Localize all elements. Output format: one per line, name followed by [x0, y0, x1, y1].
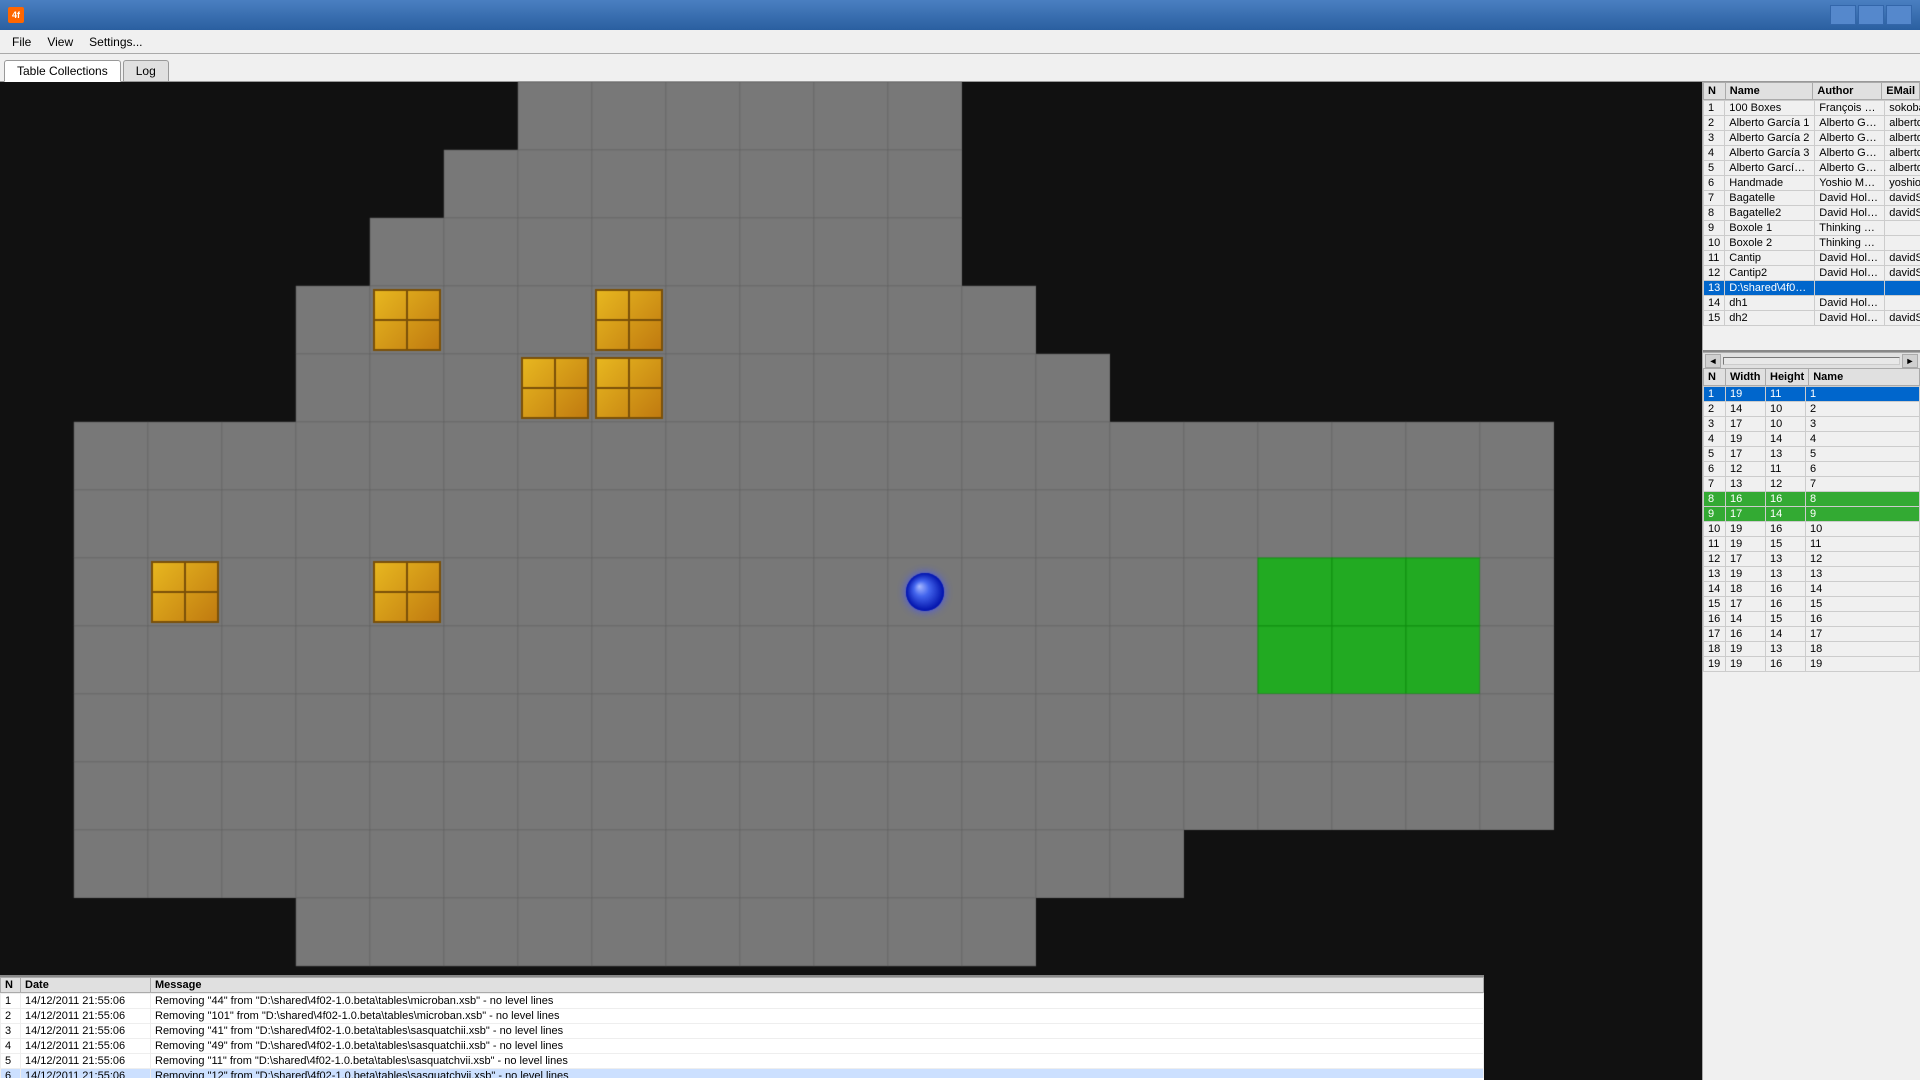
collection-row[interactable]: 1100 BoxesFrançois Marquessokoba: [1704, 101, 1920, 116]
menubar: File View Settings...: [0, 30, 1920, 54]
minimize-button[interactable]: [1830, 5, 1856, 25]
level-row[interactable]: 14181614: [1704, 582, 1920, 597]
scroll-track[interactable]: [1723, 357, 1900, 365]
collection-row[interactable]: 9Boxole 1Thinking Rabbit,...: [1704, 221, 1920, 236]
game-canvas: [0, 82, 1702, 1080]
menu-file[interactable]: File: [4, 33, 39, 51]
collections-table: N Name Author EMail 1100 BoxesFrançoi: [1703, 82, 1920, 352]
scroll-left-arrow[interactable]: ◄: [1705, 354, 1721, 368]
col-author: Author: [1813, 83, 1882, 100]
toolbar: Table Collections Log: [0, 54, 1920, 82]
level-row[interactable]: 713127: [1704, 477, 1920, 492]
levels-panel: N Width Height Name 11911121410231710: [1703, 368, 1920, 1080]
menu-settings[interactable]: Settings...: [81, 33, 150, 51]
close-button[interactable]: [1886, 5, 1912, 25]
level-row[interactable]: 11191511: [1704, 537, 1920, 552]
titlebar-controls: [1830, 5, 1912, 25]
log-row[interactable]: 514/12/2011 21:55:06Removing "11" from "…: [1, 1054, 1484, 1069]
log-row[interactable]: 414/12/2011 21:55:06Removing "49" from "…: [1, 1039, 1484, 1054]
col-n: N: [1704, 83, 1726, 100]
log-col-message: Message: [151, 978, 1484, 993]
log-row[interactable]: 314/12/2011 21:55:06Removing "41" from "…: [1, 1024, 1484, 1039]
collections-data-table: 1100 BoxesFrançois Marquessokoba2Alberto…: [1703, 100, 1920, 326]
level-col-name: Name: [1809, 369, 1920, 386]
level-row[interactable]: 317103: [1704, 417, 1920, 432]
log-scroll[interactable]: 114/12/2011 21:55:06Removing "44" from "…: [0, 993, 1484, 1078]
log-panel: N Date Message 114/12/2011 21:55:06Remov…: [0, 975, 1484, 1080]
level-row[interactable]: 816168: [1704, 492, 1920, 507]
level-row[interactable]: 419144: [1704, 432, 1920, 447]
level-row[interactable]: 15171615: [1704, 597, 1920, 612]
level-row[interactable]: 19191619: [1704, 657, 1920, 672]
collection-row[interactable]: 7BagatelleDavid HollanddavidS: [1704, 191, 1920, 206]
collection-row[interactable]: 11CantipDavid HollanddavidS: [1704, 251, 1920, 266]
level-col-n: N: [1704, 369, 1726, 386]
level-row[interactable]: 517135: [1704, 447, 1920, 462]
menu-view[interactable]: View: [39, 33, 81, 51]
levels-header-table: N Width Height Name: [1703, 368, 1920, 386]
main-content: N Date Message 114/12/2011 21:55:06Remov…: [0, 82, 1920, 1080]
level-row[interactable]: 612116: [1704, 462, 1920, 477]
collections-scroll[interactable]: 1100 BoxesFrançois Marquessokoba2Alberto…: [1703, 100, 1920, 328]
log-col-n: N: [1, 978, 21, 993]
tab-table-collections[interactable]: Table Collections: [4, 60, 121, 82]
col-email: EMail: [1882, 83, 1920, 100]
level-row[interactable]: 18191318: [1704, 642, 1920, 657]
collection-row[interactable]: 3Alberto García 2Alberto Garcíaalberto: [1704, 131, 1920, 146]
level-row[interactable]: 17161417: [1704, 627, 1920, 642]
collection-row[interactable]: 6HandmadeYoshio Muraseyoshio: [1704, 176, 1920, 191]
collections-header-table: N Name Author EMail: [1703, 82, 1920, 100]
level-row[interactable]: 917149: [1704, 507, 1920, 522]
log-table: N Date Message: [0, 977, 1484, 993]
levels-scroll[interactable]: 1191112141023171034191445171356121167131…: [1703, 386, 1920, 1080]
collection-row[interactable]: 4Alberto García 3Alberto Garcíaalberto: [1704, 146, 1920, 161]
level-row[interactable]: 119111: [1704, 387, 1920, 402]
maximize-button[interactable]: [1858, 5, 1884, 25]
level-row[interactable]: 10191610: [1704, 522, 1920, 537]
log-col-date: Date: [21, 978, 151, 993]
log-row[interactable]: 214/12/2011 21:55:06Removing "101" from …: [1, 1009, 1484, 1024]
level-row[interactable]: 214102: [1704, 402, 1920, 417]
collection-row[interactable]: 14dh1David Holland: [1704, 296, 1920, 311]
collection-row[interactable]: 15dh2David HollanddavidS: [1704, 311, 1920, 326]
levels-tbody: 1191112141023171034191445171356121167131…: [1704, 387, 1920, 672]
level-row[interactable]: 13191313: [1704, 567, 1920, 582]
level-col-height: Height: [1766, 369, 1809, 386]
log-tbody: 114/12/2011 21:55:06Removing "44" from "…: [1, 994, 1484, 1079]
game-area[interactable]: N Date Message 114/12/2011 21:55:06Remov…: [0, 82, 1702, 1080]
level-col-width: Width: [1726, 369, 1766, 386]
titlebar-left: 4f: [8, 7, 30, 23]
levels-data-table: 1191112141023171034191445171356121167131…: [1703, 386, 1920, 672]
collection-row[interactable]: 8Bagatelle2David HollanddavidS: [1704, 206, 1920, 221]
collection-row[interactable]: 12Cantip2David HollanddavidS: [1704, 266, 1920, 281]
log-row[interactable]: 114/12/2011 21:55:06Removing "44" from "…: [1, 994, 1484, 1009]
titlebar: 4f: [0, 0, 1920, 30]
level-row[interactable]: 12171312: [1704, 552, 1920, 567]
scroll-right-arrow[interactable]: ►: [1902, 354, 1918, 368]
collection-row[interactable]: 5Alberto García B...Alberto Garcíaalbert…: [1704, 161, 1920, 176]
collection-row[interactable]: 2Alberto García 1Alberto Garcíaalberto: [1704, 116, 1920, 131]
log-row[interactable]: 614/12/2011 21:55:06Removing "12" from "…: [1, 1069, 1484, 1079]
collections-tbody: 1100 BoxesFrançois Marquessokoba2Alberto…: [1704, 101, 1920, 326]
collection-row[interactable]: 10Boxole 2Thinking Rabbit,...: [1704, 236, 1920, 251]
right-panel: N Name Author EMail 1100 BoxesFrançoi: [1702, 82, 1920, 1080]
app-icon: 4f: [8, 7, 24, 23]
tab-log[interactable]: Log: [123, 60, 169, 81]
log-data-table: 114/12/2011 21:55:06Removing "44" from "…: [0, 993, 1484, 1078]
col-name: Name: [1725, 83, 1813, 100]
collections-hscrollbar[interactable]: ◄ ►: [1703, 352, 1920, 368]
level-row[interactable]: 16141516: [1704, 612, 1920, 627]
collection-row[interactable]: 13D:\shared\4f02-...: [1704, 281, 1920, 296]
